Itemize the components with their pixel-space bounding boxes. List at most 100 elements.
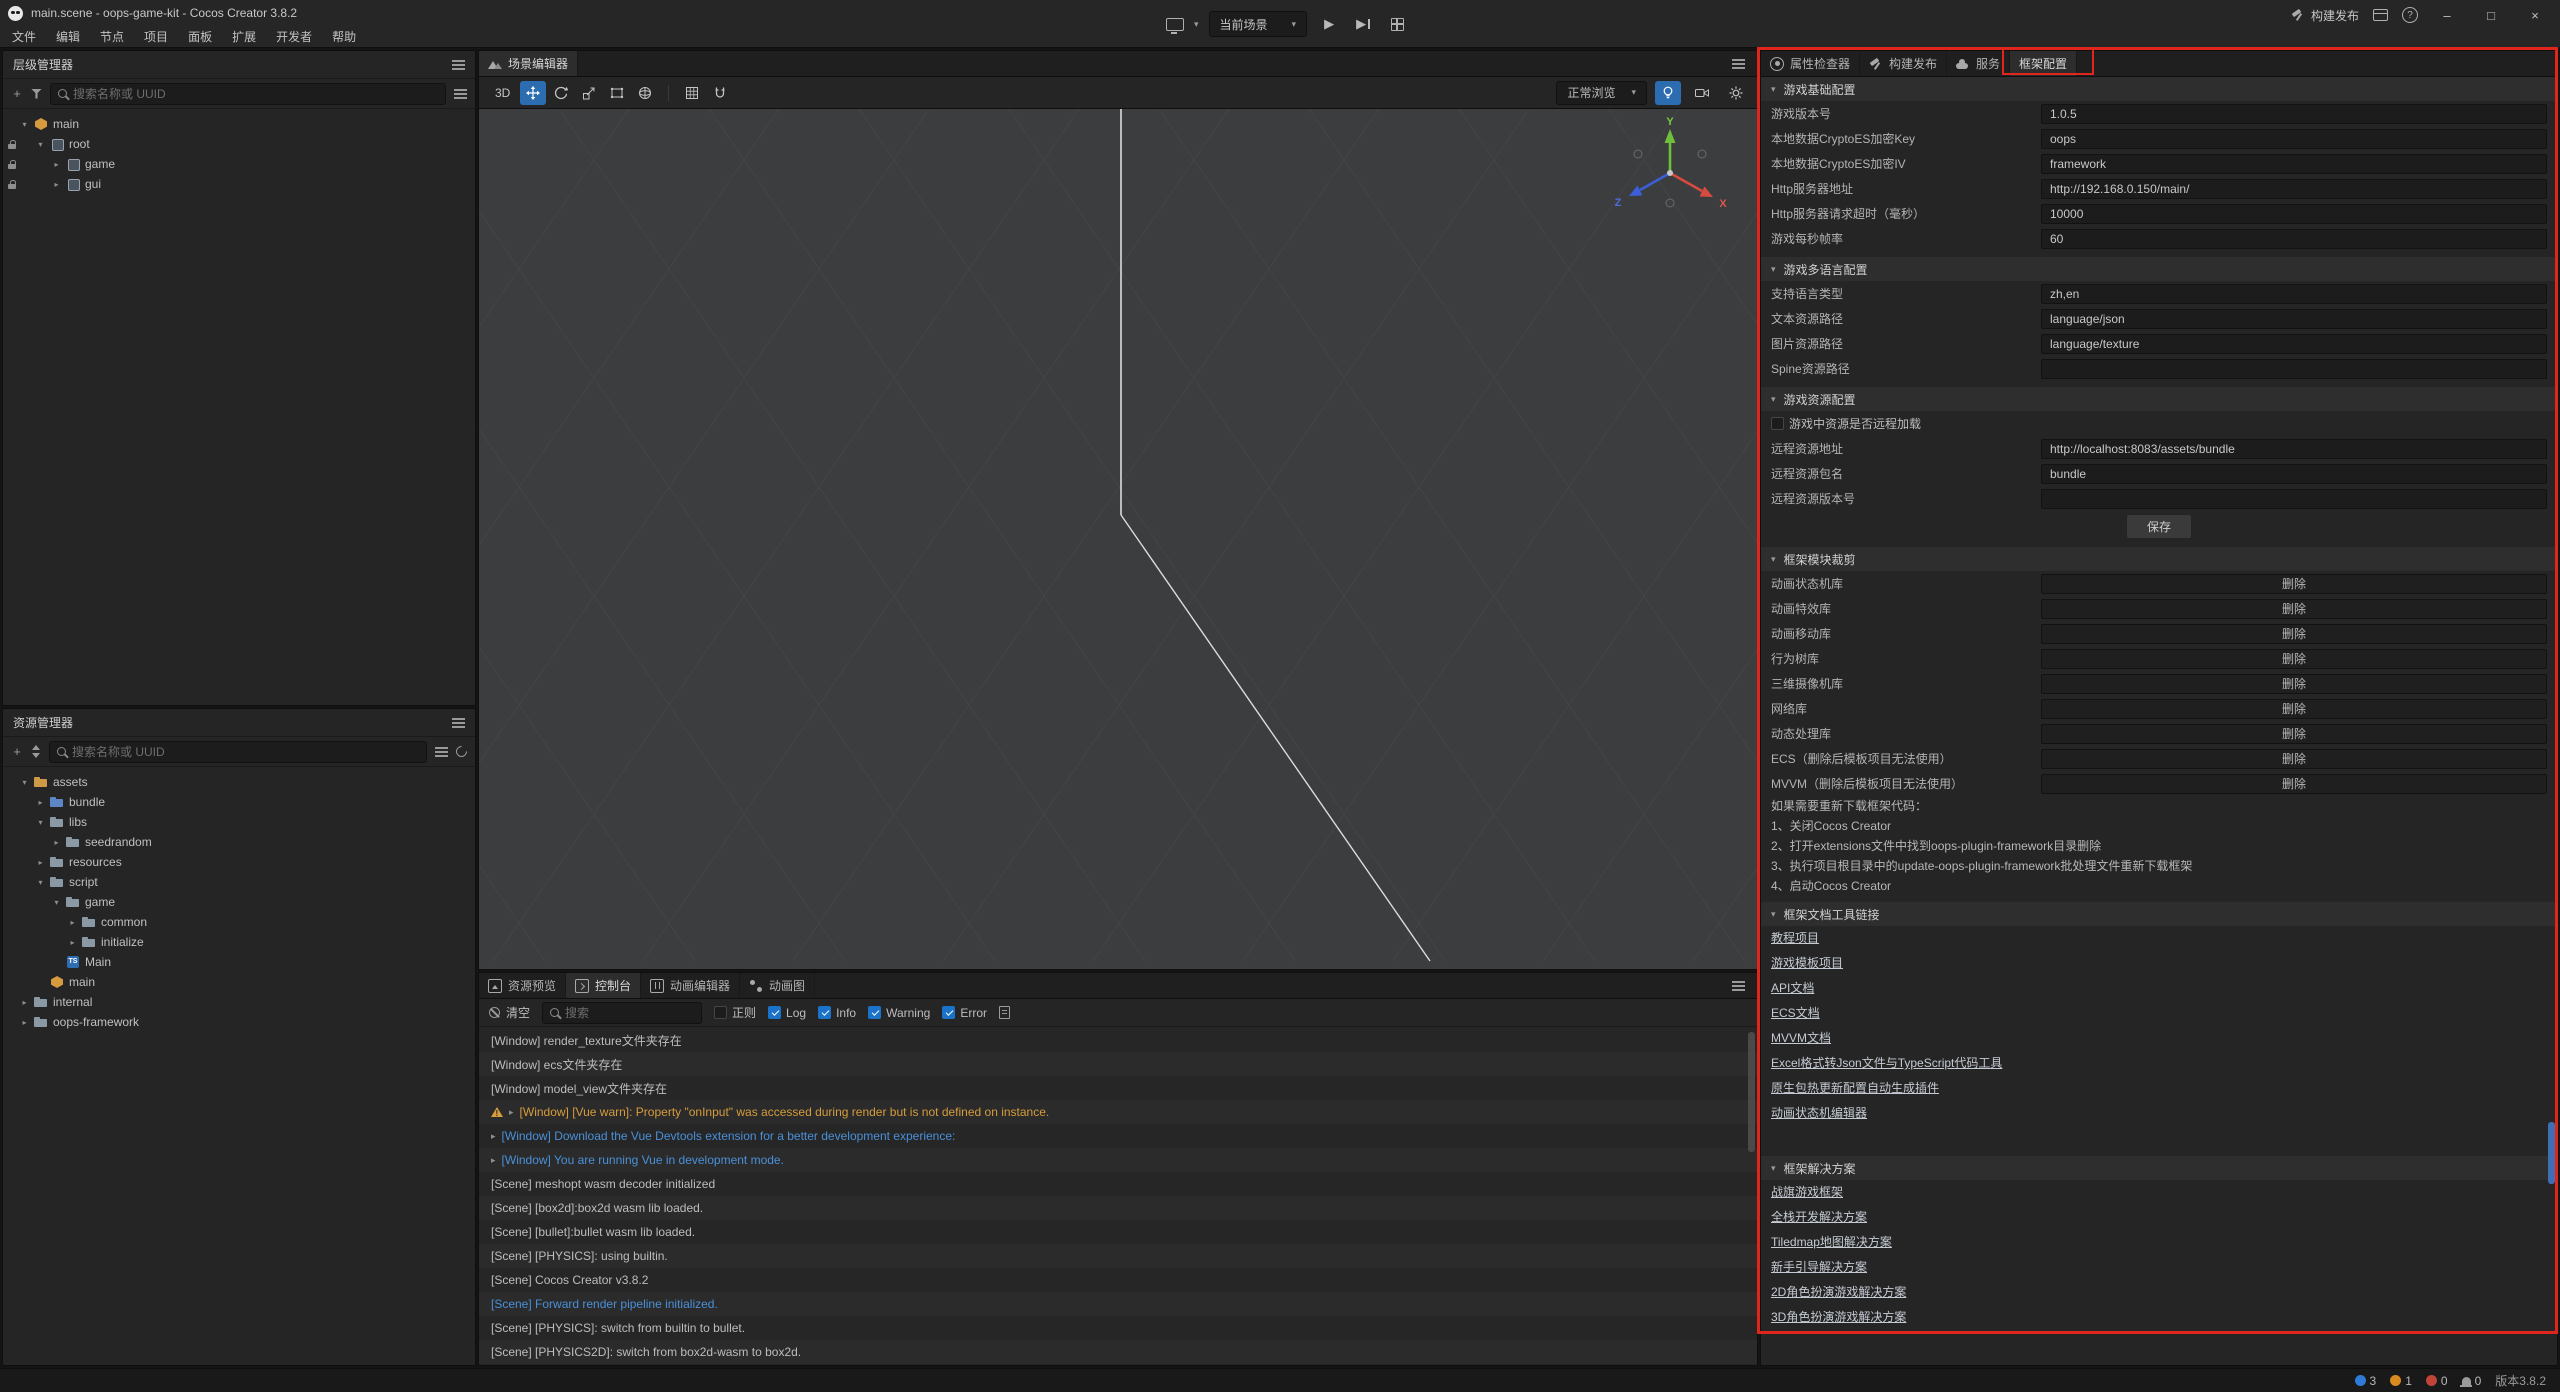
tree-row[interactable]: main [3, 972, 475, 992]
log-filter-checkbox[interactable]: Warning [868, 1006, 930, 1020]
log-row[interactable]: ▸ [Window] model_view文件夹存在 [479, 1076, 1757, 1100]
tree-row[interactable]: ▾ script [3, 872, 475, 892]
config-value-input[interactable] [2041, 129, 2547, 149]
expand-caret-icon[interactable]: ▸ [491, 1131, 496, 1142]
tree-row[interactable]: ▸ gui [3, 174, 475, 194]
snap-toggle-button[interactable] [707, 81, 733, 105]
delete-module-button[interactable]: 删除 [2041, 749, 2547, 769]
package-icon[interactable] [2373, 9, 2388, 21]
inspector-tab[interactable]: 构建发布 [1860, 51, 1947, 76]
panel-menu-icon[interactable] [452, 718, 465, 728]
menu-item[interactable]: 扩展 [222, 28, 266, 45]
tree-caret-icon[interactable]: ▸ [19, 1018, 30, 1027]
log-row[interactable]: ▸ [Scene] [PHYSICS]: switch from builtin… [479, 1316, 1757, 1340]
warning-count-badge[interactable]: 1 [2390, 1374, 2412, 1388]
gizmo-space-button[interactable] [632, 81, 658, 105]
tree-caret-icon[interactable]: ▾ [51, 898, 62, 907]
regex-checkbox[interactable]: 正则 [714, 1004, 756, 1021]
menu-item[interactable]: 帮助 [322, 28, 366, 45]
tree-row[interactable]: ▾ root [3, 134, 475, 154]
tree-row[interactable]: ▸ game [3, 154, 475, 174]
solution-link[interactable]: 2D角色扮演游戏解决方案 [1761, 1280, 2557, 1305]
section-header[interactable]: ▾ 游戏资源配置 [1761, 387, 2557, 411]
gizmo-neg-x-dot[interactable] [1634, 150, 1642, 158]
save-button[interactable]: 保存 [2126, 514, 2192, 539]
gizmo-z-label[interactable]: Z [1615, 197, 1622, 209]
doc-link[interactable]: 动画状态机编辑器 [1761, 1101, 2557, 1126]
tree-caret-icon[interactable]: ▸ [19, 998, 30, 1007]
grid-snap-button[interactable] [679, 81, 705, 105]
camera-settings-button[interactable] [1689, 81, 1715, 105]
log-row[interactable]: ▸ [Scene] [PHYSICS]: using builtin. [479, 1244, 1757, 1268]
doc-link[interactable]: ECS文档 [1761, 1001, 2557, 1026]
doc-link[interactable]: 游戏模板项目 [1761, 951, 2557, 976]
section-header[interactable]: ▾ 框架文档工具链接 [1761, 902, 2557, 926]
config-value-input[interactable] [2041, 334, 2547, 354]
log-row[interactable]: ▸ [Scene] [PHYSICS2D]: switch from box2d… [479, 1340, 1757, 1364]
tree-row[interactable]: ▸ internal [3, 992, 475, 1012]
tree-caret-icon[interactable]: ▸ [51, 180, 62, 189]
section-header[interactable]: ▾ 框架模块裁剪 [1761, 547, 2557, 571]
doc-link[interactable]: 原生包热更新配置自动生成插件 [1761, 1076, 2557, 1101]
console-tab[interactable]: 动画编辑器 [641, 973, 740, 998]
config-value-input[interactable] [2041, 309, 2547, 329]
solution-link[interactable]: 新手引导解决方案 [1761, 1255, 2557, 1280]
scrollbar-thumb[interactable] [1748, 1032, 1755, 1152]
solution-link[interactable]: 3D角色扮演游戏解决方案 [1761, 1305, 2557, 1330]
tree-caret-icon[interactable]: ▾ [35, 878, 46, 887]
scene-gizmo-settings-button[interactable] [1723, 81, 1749, 105]
move-tool-button[interactable] [520, 81, 546, 105]
log-row[interactable]: ▸ [Window] You are running Vue in develo… [479, 1148, 1757, 1172]
config-value-input[interactable] [2041, 104, 2547, 124]
expand-caret-icon[interactable]: ▸ [509, 1107, 514, 1118]
log-row[interactable]: ▸ [Scene] Cocos Creator v3.8.2 [479, 1268, 1757, 1292]
view-mode-select[interactable]: 正常浏览 ▾ [1556, 81, 1647, 105]
config-value-input[interactable] [2041, 229, 2547, 249]
tree-caret-icon[interactable]: ▾ [19, 778, 30, 787]
log-filter-checkbox[interactable]: Info [818, 1006, 856, 1020]
console-scrollbar[interactable] [1747, 1028, 1756, 1363]
menu-item[interactable]: 编辑 [46, 28, 90, 45]
config-value-input[interactable] [2041, 464, 2547, 484]
inspector-tab[interactable]: 框架配置 [2010, 51, 2077, 76]
log-row[interactable]: ▸ [Window] [Vue warn]: Property "onInput… [479, 1100, 1757, 1124]
rotate-tool-button[interactable] [548, 81, 574, 105]
doc-link[interactable]: Excel格式转Json文件与TypeScript代码工具 [1761, 1051, 2557, 1076]
tab-scene-editor[interactable]: 场景编辑器 [479, 51, 578, 76]
menu-item[interactable]: 文件 [2, 28, 46, 45]
tree-row[interactable]: ▸ oops-framework [3, 1012, 475, 1032]
help-icon[interactable]: ? [2402, 7, 2418, 23]
tree-row[interactable]: ▾ libs [3, 812, 475, 832]
panel-menu-icon[interactable] [1732, 981, 1745, 991]
inspector-scrollbar[interactable] [2547, 77, 2556, 1363]
filter-list-icon[interactable] [435, 747, 448, 757]
panel-menu-icon[interactable] [452, 60, 465, 70]
tree-caret-icon[interactable]: ▸ [67, 938, 78, 947]
gizmo-x-label[interactable]: X [1719, 198, 1727, 210]
light-toggle-button[interactable] [1655, 81, 1681, 105]
tree-row[interactable]: ▸ initialize [3, 932, 475, 952]
console-tab[interactable]: 资源预览 [479, 973, 566, 998]
log-filter-checkbox[interactable]: Log [768, 1006, 806, 1020]
delete-module-button[interactable]: 删除 [2041, 599, 2547, 619]
collapse-logs-icon[interactable] [999, 1006, 1010, 1019]
doc-link[interactable]: API文档 [1761, 976, 2557, 1001]
notification-badge[interactable]: 0 [2462, 1374, 2482, 1388]
tree-row[interactable]: Main [3, 952, 475, 972]
rect-tool-button[interactable] [604, 81, 630, 105]
maximize-button[interactable]: □ [2476, 2, 2506, 28]
menu-item[interactable]: 项目 [134, 28, 178, 45]
gizmo-neg-z-dot[interactable] [1698, 150, 1706, 158]
section-header[interactable]: ▾ 游戏基础配置 [1761, 77, 2557, 101]
error-count-badge[interactable]: 0 [2426, 1374, 2448, 1388]
inspector-tab[interactable]: 属性检查器 [1761, 51, 1860, 76]
delete-module-button[interactable]: 删除 [2041, 699, 2547, 719]
log-row[interactable]: ▸ [Window] Download the Vue Devtools ext… [479, 1124, 1757, 1148]
tree-row[interactable]: ▾ assets [3, 772, 475, 792]
gizmo-y-label[interactable]: Y [1666, 116, 1674, 128]
list-options-icon[interactable] [454, 89, 467, 99]
clear-console-button[interactable]: 清空 [489, 1004, 530, 1021]
config-value-input[interactable] [2041, 489, 2547, 509]
section-header[interactable]: ▾ 框架解决方案 [1761, 1156, 2557, 1180]
tree-row[interactable]: ▸ resources [3, 852, 475, 872]
